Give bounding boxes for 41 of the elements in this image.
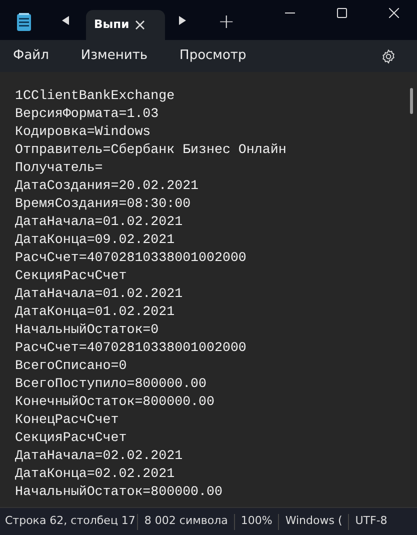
text-line: ДатаКонца=01.02.2021 (15, 303, 175, 321)
menu-item[interactable]: Просмотр (170, 46, 256, 66)
text-line: КонецРасчСчет (15, 411, 119, 429)
text-line: 1CClientBankExchange (15, 87, 175, 105)
status-text: Строка 62, столбец 17 (5, 513, 136, 530)
text-line: ДатаКонца=02.02.2021 (15, 465, 175, 483)
text-line: СекцияРасчСчет (15, 267, 127, 285)
text-line: ДатаНачала=01.02.2021 (15, 213, 183, 231)
text-line: ДатаНачала=01.02.2021 (15, 285, 183, 303)
text-line: Кодировка=Windows (15, 123, 151, 141)
text-line: ВремяСоздания=08:30:00 (15, 195, 191, 213)
text-line: РасчСчет=40702810338001002000 (15, 339, 246, 357)
close-icon[interactable] (389, 8, 399, 18)
text-line: РасчСчет=40702810338001002000 (15, 249, 246, 267)
text-line: Получатель= (15, 159, 103, 177)
close-icon[interactable] (135, 20, 145, 30)
text-line: ДатаКонца=09.02.2021 (15, 231, 175, 249)
text-line: НачальныйОстаток=800000.00 (15, 483, 222, 501)
scroll-left-icon[interactable] (62, 16, 69, 25)
text-line: КонечныйОстаток=800000.00 (15, 393, 214, 411)
new-tab-button[interactable]: + (218, 11, 235, 31)
document-tab[interactable]: Выпи (86, 10, 165, 40)
text-line: ВсегоСписано=0 (15, 357, 127, 375)
maximize-icon[interactable] (337, 8, 347, 18)
status-text: Windows ( (285, 513, 342, 530)
scrollbar-thumb[interactable] (410, 88, 413, 114)
notepad-icon (17, 13, 31, 31)
text-line: ДатаНачала=02.02.2021 (15, 447, 183, 465)
text-line: ДатаСоздания=20.02.2021 (15, 177, 199, 195)
settings-icon[interactable] (381, 48, 396, 64)
status-text: 8 002 символа (144, 513, 228, 530)
scroll-right-icon[interactable] (179, 16, 186, 25)
text-line: НачальныйОстаток=0 (15, 321, 159, 339)
text-line: СекцияРасчСчет (15, 429, 127, 447)
menu-item[interactable]: Изменить (70, 46, 158, 66)
text-line: Отправитель=Сбербанк Бизнес Онлайн (15, 141, 286, 159)
status-text: UTF-8 (355, 513, 388, 530)
text-line: ВерсияФормата=1.03 (15, 105, 159, 123)
status-text: 100% (240, 513, 272, 530)
menu-item[interactable]: Файл (3, 46, 59, 66)
text-line: ВсегоПоступило=800000.00 (15, 375, 207, 393)
